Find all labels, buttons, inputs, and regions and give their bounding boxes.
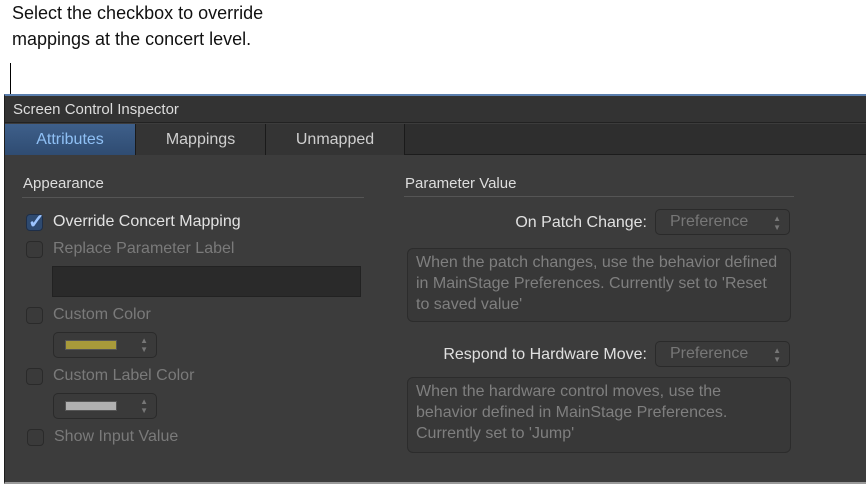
up-down-arrows-icon: ▲ ▼: [773, 346, 781, 364]
color-swatch: [65, 401, 117, 411]
up-down-arrows-icon: ▲ ▼: [140, 336, 148, 354]
custom-color-checkbox[interactable]: Custom Color: [26, 306, 151, 324]
checkmark-icon[interactable]: [26, 209, 45, 234]
color-swatch: [65, 340, 117, 350]
callout-text: Select the checkbox to override mappings…: [12, 3, 264, 49]
on-patch-change-popup[interactable]: Preference ▲ ▼: [655, 209, 790, 235]
on-patch-change-label: On Patch Change:: [515, 214, 647, 231]
tab-mappings[interactable]: Mappings: [136, 124, 266, 155]
hardware-move-popup[interactable]: Preference ▲ ▼: [655, 341, 790, 367]
parameter-value-heading: Parameter Value: [405, 175, 517, 192]
checkbox-label: Show Input Value: [54, 428, 179, 445]
tab-attributes[interactable]: Attributes: [5, 124, 136, 155]
hardware-move-label: Respond to Hardware Move:: [443, 346, 647, 363]
show-input-value-checkbox[interactable]: Show Input Value: [27, 428, 178, 446]
checkbox-label: Override Concert Mapping: [53, 213, 241, 230]
up-down-arrows-icon: ▲ ▼: [140, 397, 148, 415]
appearance-heading: Appearance: [23, 175, 104, 192]
tab-bar: Attributes Mappings Unmapped: [5, 124, 866, 155]
popup-value: Preference: [670, 345, 749, 362]
custom-label-color-checkbox[interactable]: Custom Label Color: [26, 367, 194, 385]
divider: [404, 196, 794, 197]
override-concert-mapping-checkbox[interactable]: Override Concert Mapping: [26, 209, 241, 234]
custom-color-popup[interactable]: ▲ ▼: [53, 332, 157, 358]
checkbox-label: Custom Color: [53, 306, 151, 323]
checkbox-box[interactable]: [27, 428, 44, 446]
checkbox-box[interactable]: [26, 306, 43, 324]
checkbox-label: Custom Label Color: [53, 367, 195, 384]
checkbox-label: Replace Parameter Label: [53, 240, 235, 257]
screen-control-inspector: Screen Control Inspector Attributes Mapp…: [4, 94, 866, 484]
inspector-title: Screen Control Inspector: [5, 96, 866, 123]
parameter-label-input[interactable]: [52, 266, 361, 297]
divider: [22, 197, 364, 198]
checkbox-box[interactable]: [26, 240, 43, 258]
hardware-move-description: When the hardware control moves, use the…: [407, 377, 791, 453]
tab-unmapped[interactable]: Unmapped: [266, 124, 405, 155]
patch-change-description: When the patch changes, use the behavior…: [407, 248, 791, 322]
checkbox-box[interactable]: [26, 367, 43, 385]
replace-parameter-label-checkbox[interactable]: Replace Parameter Label: [26, 240, 234, 258]
up-down-arrows-icon: ▲ ▼: [773, 214, 781, 232]
custom-label-color-popup[interactable]: ▲ ▼: [53, 393, 157, 419]
popup-value: Preference: [670, 213, 749, 230]
